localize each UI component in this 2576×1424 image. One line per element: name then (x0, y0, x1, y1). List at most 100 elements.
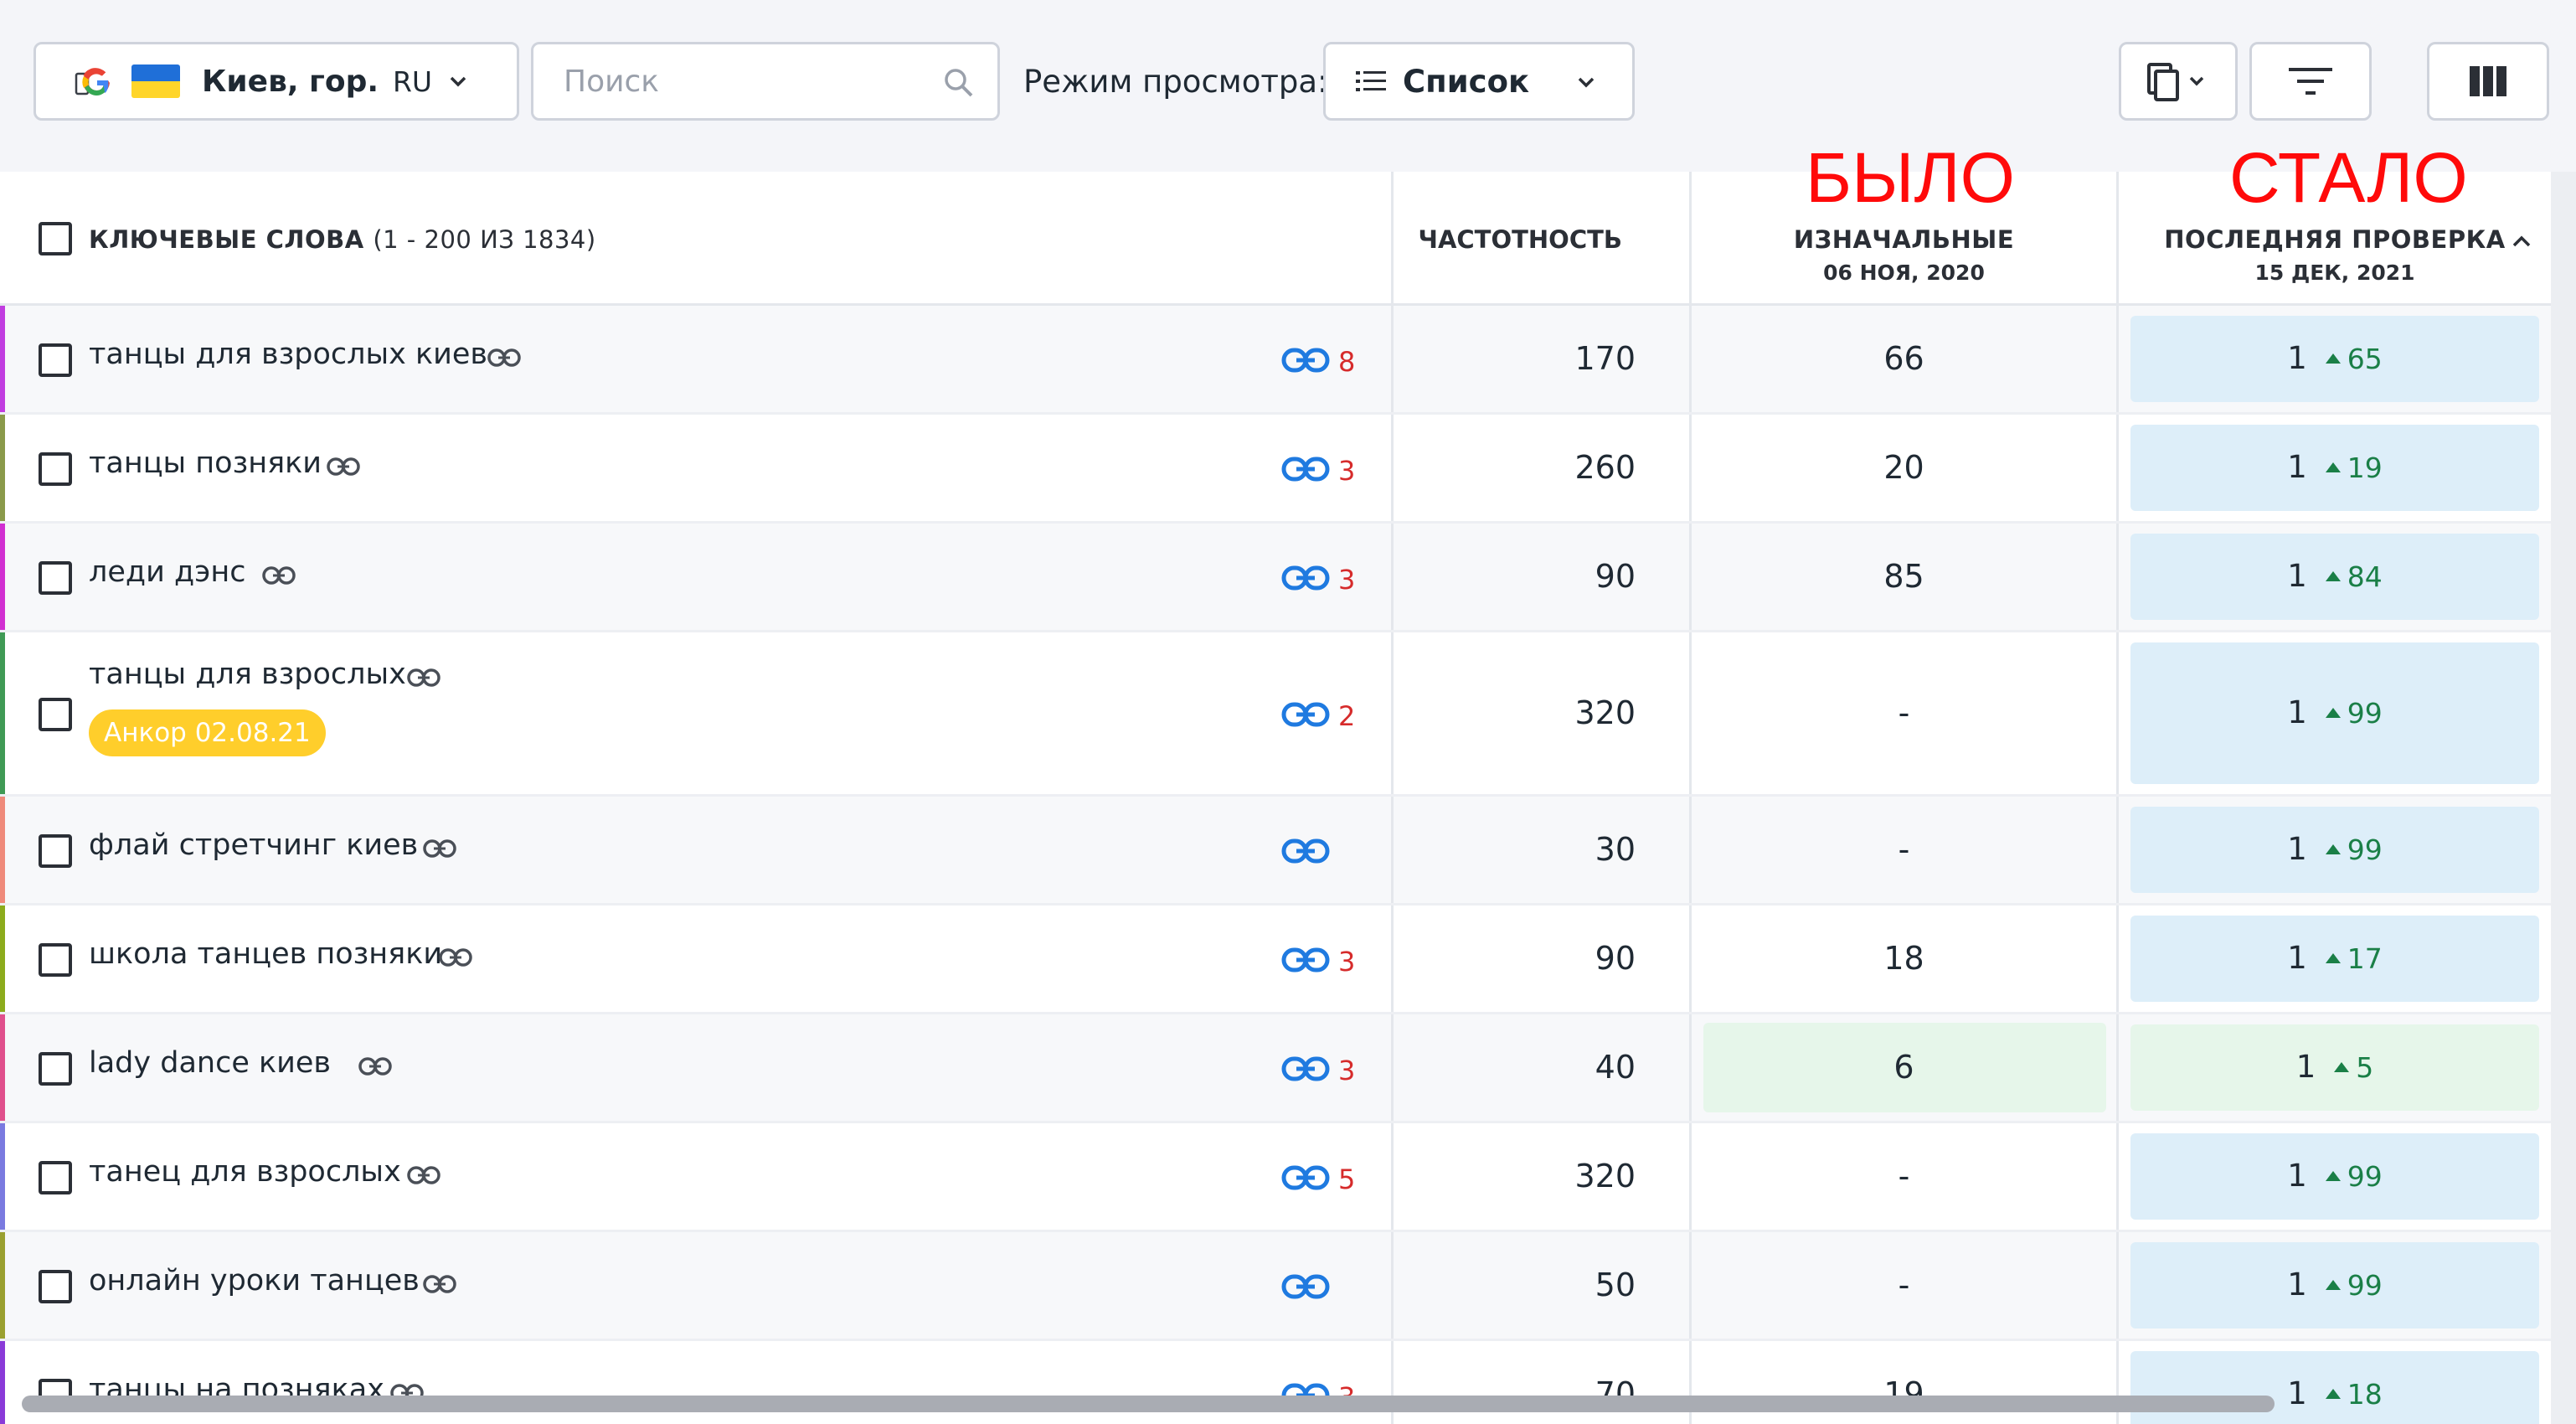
frequency-cell: 90 (1394, 905, 1692, 1012)
row-checkbox[interactable] (39, 698, 72, 731)
frequency-value: 260 (1574, 449, 1636, 486)
backlinks-icon (1281, 1054, 1330, 1087)
frequency-cell: 90 (1394, 524, 1692, 630)
last-position[interactable]: 1 99 (2119, 831, 2551, 867)
keyword-text[interactable]: танцы для взрослых (89, 658, 406, 691)
last-position[interactable]: 1 99 (2119, 694, 2551, 730)
backlinks-icon (1281, 454, 1330, 488)
last-position-cell: 1 84 (2119, 524, 2551, 630)
backlinks-indicator[interactable]: 8 (1281, 345, 1355, 379)
backlinks-icon (1281, 699, 1330, 733)
table-row[interactable]: танцы для взрослых Анкор 02.08.21 2 320 … (0, 632, 2551, 797)
keyword-text[interactable]: танцы позняки (89, 446, 322, 480)
backlinks-indicator[interactable] (1281, 1272, 1338, 1305)
link-icon[interactable] (326, 457, 360, 477)
row-checkbox[interactable] (39, 561, 72, 595)
row-checkbox[interactable] (39, 1270, 72, 1303)
table-row[interactable]: флай стретчинг киев 30 - 1 99 (0, 797, 2551, 905)
last-position-value: 1 (2287, 449, 2307, 485)
backlinks-indicator[interactable] (1281, 836, 1338, 869)
table-row[interactable]: танец для взрослых 5 320 - 1 99 (0, 1123, 2551, 1232)
backlinks-indicator[interactable]: 3 (1281, 1054, 1355, 1087)
initial-position-value: 66 (1883, 340, 1924, 377)
link-icon[interactable] (358, 1056, 392, 1076)
last-position[interactable]: 1 99 (2119, 1267, 2551, 1303)
last-position[interactable]: 15 (2119, 1049, 2551, 1085)
keyword-text[interactable]: школа танцев позняки (89, 937, 442, 971)
search-box[interactable] (531, 42, 1000, 121)
sort-ascending-icon[interactable] (2509, 230, 2534, 252)
backlinks-indicator[interactable]: 5 (1281, 1163, 1355, 1196)
filter-button[interactable] (2249, 42, 2372, 121)
row-color-marker (0, 1232, 5, 1339)
columns-icon (2470, 66, 2506, 96)
row-checkbox[interactable] (39, 834, 72, 868)
row-checkbox[interactable] (39, 1161, 72, 1194)
header-keywords: КЛЮЧЕВЫЕ СЛОВА (1 - 200 ИЗ 1834) (0, 172, 1394, 303)
row-checkbox[interactable] (39, 943, 72, 977)
initial-position-cell: 20 (1692, 415, 2119, 521)
annotation-after: СТАЛО (2229, 138, 2468, 217)
header-initial-label: ИЗНАЧАЛЬНЫЕ (1793, 225, 2015, 254)
view-mode-value: Список (1403, 63, 1530, 100)
table-row[interactable]: леди дэнс 3 90 85 1 84 (0, 524, 2551, 632)
backlinks-indicator[interactable]: 3 (1281, 454, 1355, 488)
frequency-value: 50 (1595, 1267, 1636, 1303)
frequency-cell: 30 (1394, 797, 1692, 903)
row-color-marker (0, 1123, 5, 1230)
keyword-text[interactable]: танец для взрослых (89, 1155, 401, 1189)
last-position-cell: 15 (2119, 1014, 2551, 1121)
last-position[interactable]: 1 65 (2119, 340, 2551, 376)
backlinks-indicator[interactable]: 3 (1281, 945, 1355, 978)
keyword-text[interactable]: флай стретчинг киев (89, 828, 418, 862)
last-position[interactable]: 1 84 (2119, 558, 2551, 594)
location-selector[interactable]: Киев, гор... RU (33, 42, 519, 121)
initial-position-value: - (1898, 1158, 1910, 1194)
up-arrow-icon (2325, 1389, 2341, 1399)
view-mode-select[interactable]: Список (1323, 42, 1635, 121)
link-icon[interactable] (262, 565, 296, 586)
keyword-text[interactable]: онлайн уроки танцев (89, 1264, 420, 1298)
row-checkbox[interactable] (39, 1052, 72, 1086)
header-frequency[interactable]: ЧАСТОТНОСТЬ (1394, 172, 1692, 303)
search-icon[interactable] (942, 66, 976, 100)
link-icon[interactable] (406, 1165, 440, 1185)
backlinks-indicator[interactable]: 3 (1281, 563, 1355, 596)
table-row[interactable]: онлайн уроки танцев 50 - 1 99 (0, 1232, 2551, 1341)
backlinks-count: 3 (1338, 946, 1356, 978)
up-arrow-icon (2325, 953, 2341, 963)
table-row[interactable]: lady dance киев 3 40 6 15 (0, 1014, 2551, 1123)
link-icon[interactable] (423, 1274, 456, 1294)
last-position[interactable]: 1 19 (2119, 449, 2551, 485)
link-icon[interactable] (423, 838, 456, 859)
table-row[interactable]: школа танцев позняки 3 90 18 1 17 (0, 905, 2551, 1014)
copy-menu-button[interactable] (2119, 42, 2238, 121)
last-position-value: 1 (2295, 1049, 2316, 1085)
app-root: Киев, гор... RU Режим просмотра: Список (0, 0, 2576, 1424)
table-row[interactable]: танцы для взрослых киев 8 170 66 1 65 (0, 306, 2551, 415)
link-icon[interactable] (439, 947, 472, 967)
row-checkbox[interactable] (39, 343, 72, 377)
up-arrow-icon (2325, 1171, 2341, 1181)
frequency-value: 320 (1574, 694, 1636, 731)
link-icon[interactable] (487, 348, 521, 368)
row-checkbox[interactable] (39, 452, 72, 486)
table-row[interactable]: танцы позняки 3 260 20 1 19 (0, 415, 2551, 524)
last-position-value: 1 (2287, 831, 2307, 867)
columns-button[interactable] (2427, 42, 2549, 121)
last-position[interactable]: 1 17 (2119, 940, 2551, 976)
frequency-cell: 170 (1394, 306, 1692, 412)
backlinks-indicator[interactable]: 2 (1281, 699, 1355, 733)
keyword-text[interactable]: lady dance киев (89, 1046, 331, 1080)
last-position-cell: 1 99 (2119, 1123, 2551, 1230)
select-all-checkbox[interactable] (39, 222, 72, 255)
keyword-text[interactable]: танцы для взрослых киев (89, 338, 487, 371)
frequency-value: 170 (1574, 340, 1636, 377)
link-icon[interactable] (406, 668, 440, 688)
search-input[interactable] (564, 64, 915, 99)
initial-position-value: 20 (1883, 449, 1924, 486)
initial-position-cell: 6 (1692, 1014, 2119, 1121)
horizontal-scrollbar[interactable] (22, 1396, 2275, 1412)
keyword-text[interactable]: леди дэнс (89, 555, 246, 589)
last-position[interactable]: 1 99 (2119, 1158, 2551, 1194)
